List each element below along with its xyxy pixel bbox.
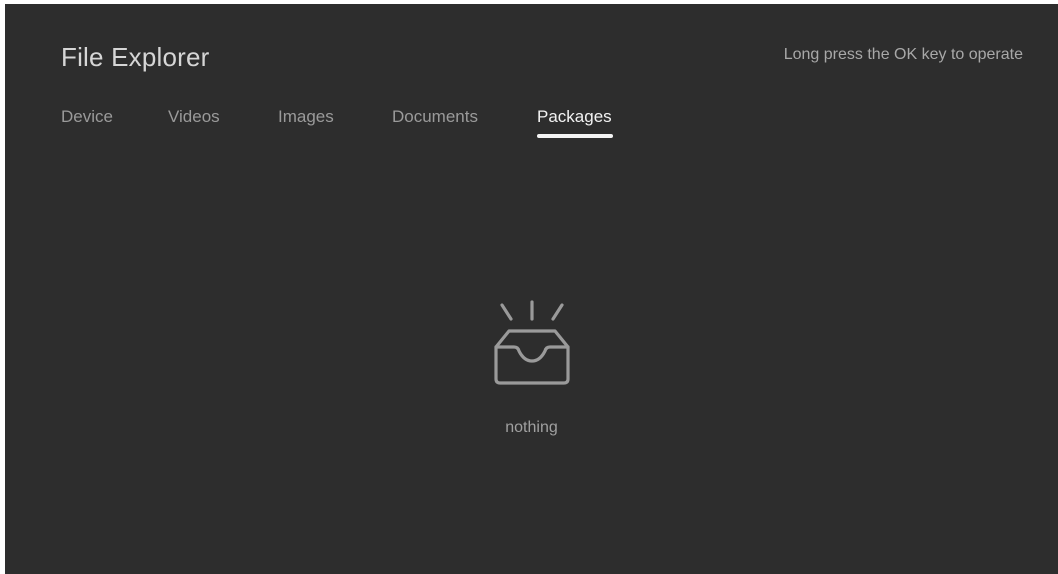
tab-videos[interactable]: Videos [168, 107, 220, 127]
active-tab-indicator [537, 134, 613, 138]
empty-inbox-icon [493, 300, 570, 385]
tab-packages[interactable]: Packages [537, 107, 612, 127]
operation-hint: Long press the OK key to operate [783, 46, 1023, 63]
tab-documents[interactable]: Documents [392, 107, 478, 127]
empty-message: nothing [505, 419, 558, 436]
file-explorer-screen: File Explorer Long press the OK key to o… [5, 4, 1058, 574]
empty-state: nothing [5, 299, 1058, 437]
tab-device[interactable]: Device [61, 107, 113, 127]
tab-images[interactable]: Images [278, 107, 334, 127]
app-title: File Explorer [61, 42, 210, 72]
